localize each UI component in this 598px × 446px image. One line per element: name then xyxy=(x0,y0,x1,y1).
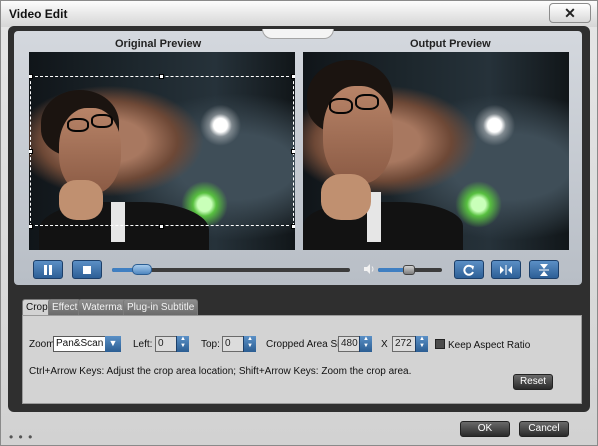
spin-down-icon[interactable]: ▼ xyxy=(360,343,372,350)
zoom-select-value: Pan&Scan xyxy=(56,338,104,349)
output-preview-title: Output Preview xyxy=(410,38,491,50)
spin-up-icon[interactable]: ▲ xyxy=(360,336,372,343)
crop-height-input[interactable]: 272 ▲ ▼ xyxy=(392,336,428,352)
seek-slider-thumb[interactable] xyxy=(132,264,152,275)
pause-icon xyxy=(44,265,52,275)
close-icon: ✕ xyxy=(564,5,576,21)
crop-handle-bottom-left[interactable] xyxy=(29,224,33,229)
crop-handle-right[interactable] xyxy=(291,149,295,154)
output-preview-video xyxy=(303,52,569,250)
ok-button[interactable]: OK xyxy=(460,421,510,437)
crop-area[interactable] xyxy=(30,76,294,226)
stop-button[interactable] xyxy=(72,260,102,279)
crop-width-input[interactable]: 480 ▲ ▼ xyxy=(338,336,372,352)
original-preview-video[interactable] xyxy=(29,52,295,250)
left-input-value: 0 xyxy=(158,338,164,349)
top-input-value: 0 xyxy=(225,338,231,349)
crop-width-stepper[interactable]: ▲ ▼ xyxy=(359,336,372,352)
close-button[interactable]: ✕ xyxy=(549,3,591,23)
left-label: Left: xyxy=(133,339,153,350)
keep-aspect-ratio-label: Keep Aspect Ratio xyxy=(448,340,531,351)
crop-handle-left[interactable] xyxy=(29,149,33,154)
spin-up-icon[interactable]: ▲ xyxy=(244,336,256,343)
flip-horizontal-icon xyxy=(500,265,512,275)
zoom-select[interactable]: Pan&Scan ▼ xyxy=(53,336,121,352)
tab-effect[interactable]: Effect xyxy=(48,299,82,315)
reset-button[interactable]: Reset xyxy=(513,374,553,390)
crop-handle-bottom[interactable] xyxy=(159,224,164,229)
left-stepper[interactable]: ▲ ▼ xyxy=(176,336,189,352)
glasses-right xyxy=(355,94,379,110)
spin-up-icon[interactable]: ▲ xyxy=(177,336,189,343)
spin-down-icon[interactable]: ▼ xyxy=(416,343,428,350)
crop-handle-top-right[interactable] xyxy=(291,74,295,79)
top-stepper[interactable]: ▲ ▼ xyxy=(243,336,256,352)
flip-horizontal-button[interactable] xyxy=(491,260,521,279)
speaker-icon[interactable] xyxy=(363,263,375,275)
top-input[interactable]: 0 ▲ ▼ xyxy=(222,336,256,352)
crop-height-stepper[interactable]: ▲ ▼ xyxy=(415,336,428,352)
size-separator: X xyxy=(381,339,388,350)
person-hand xyxy=(321,174,371,220)
top-label: Top: xyxy=(201,339,220,350)
cancel-button[interactable]: Cancel xyxy=(519,421,569,437)
stop-icon xyxy=(83,266,91,274)
pause-button[interactable] xyxy=(33,260,63,279)
crop-handle-top-left[interactable] xyxy=(29,74,33,79)
flip-vertical-icon xyxy=(539,264,549,276)
crop-height-value: 272 xyxy=(395,338,412,349)
rotate-button[interactable] xyxy=(454,260,484,279)
window-title: Video Edit xyxy=(9,7,68,21)
flip-vertical-button[interactable] xyxy=(529,260,559,279)
panel-notch xyxy=(262,29,334,39)
spin-up-icon[interactable]: ▲ xyxy=(416,336,428,343)
spin-down-icon[interactable]: ▼ xyxy=(177,343,189,350)
resize-grip[interactable]: • • • xyxy=(9,430,33,444)
volume-slider-thumb[interactable] xyxy=(403,265,415,275)
keep-aspect-ratio-checkbox[interactable] xyxy=(435,339,445,349)
crop-settings-panel xyxy=(22,315,582,404)
chevron-down-icon[interactable]: ▼ xyxy=(105,336,121,352)
rotate-icon xyxy=(463,264,474,276)
left-input[interactable]: 0 ▲ ▼ xyxy=(155,336,189,352)
original-preview-title: Original Preview xyxy=(115,38,202,50)
tab-plugin-subtitle[interactable]: Plug-in Subtitle xyxy=(123,299,199,315)
crop-hint-text: Ctrl+Arrow Keys: Adjust the crop area lo… xyxy=(29,366,412,377)
crop-width-value: 480 xyxy=(341,338,358,349)
crop-handle-top[interactable] xyxy=(159,74,164,79)
spin-down-icon[interactable]: ▼ xyxy=(244,343,256,350)
title-bar[interactable]: Video Edit ✕ xyxy=(1,1,597,27)
crop-handle-bottom-right[interactable] xyxy=(291,224,295,229)
glasses-left xyxy=(329,98,353,114)
